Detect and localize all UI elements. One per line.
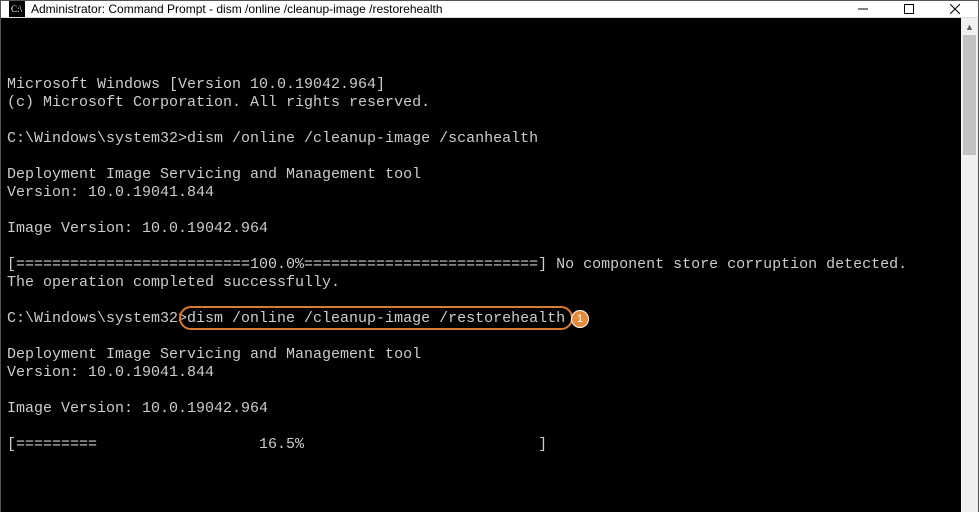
maximize-button[interactable] [886, 1, 932, 17]
terminal-line: Microsoft Windows [Version 10.0.19042.96… [7, 76, 955, 94]
terminal-line [7, 454, 955, 472]
minimize-button[interactable] [840, 1, 886, 17]
vertical-scrollbar[interactable]: ▲ ▼ [961, 18, 978, 512]
terminal-line: Version: 10.0.19041.844 [7, 364, 955, 382]
terminal-line [7, 148, 955, 166]
close-button[interactable] [932, 1, 978, 17]
scroll-up-arrow[interactable]: ▲ [961, 18, 978, 35]
cmd-icon: C:\ [9, 1, 25, 17]
terminal-line [7, 328, 955, 346]
terminal-line: [==========================100.0%=======… [7, 256, 955, 274]
terminal-line [7, 112, 955, 130]
terminal-line: Deployment Image Servicing and Managemen… [7, 166, 955, 184]
window-title: Administrator: Command Prompt - dism /on… [31, 2, 840, 16]
terminal-line: C:\Windows\system32>dism /online /cleanu… [7, 130, 955, 148]
terminal-area: Microsoft Windows [Version 10.0.19042.96… [1, 18, 978, 512]
terminal-line [7, 202, 955, 220]
scroll-thumb[interactable] [963, 35, 976, 155]
cmd-window: C:\ Administrator: Command Prompt - dism… [0, 0, 979, 512]
window-controls [840, 1, 978, 17]
terminal-line: C:\Windows\system32>dism /online /cleanu… [7, 310, 955, 328]
terminal-line [7, 382, 955, 400]
terminal-line [7, 238, 955, 256]
terminal-output[interactable]: Microsoft Windows [Version 10.0.19042.96… [1, 18, 961, 512]
terminal-line [7, 418, 955, 436]
terminal-line: Image Version: 10.0.19042.964 [7, 220, 955, 238]
terminal-line: Image Version: 10.0.19042.964 [7, 400, 955, 418]
terminal-line: [========= 16.5% ] [7, 436, 955, 454]
svg-text:C:\: C:\ [11, 4, 23, 14]
terminal-line: Deployment Image Servicing and Managemen… [7, 346, 955, 364]
terminal-line: (c) Microsoft Corporation. All rights re… [7, 94, 955, 112]
terminal-line [7, 292, 955, 310]
terminal-line: The operation completed successfully. [7, 274, 955, 292]
terminal-line: Version: 10.0.19041.844 [7, 184, 955, 202]
titlebar[interactable]: C:\ Administrator: Command Prompt - dism… [1, 1, 978, 18]
